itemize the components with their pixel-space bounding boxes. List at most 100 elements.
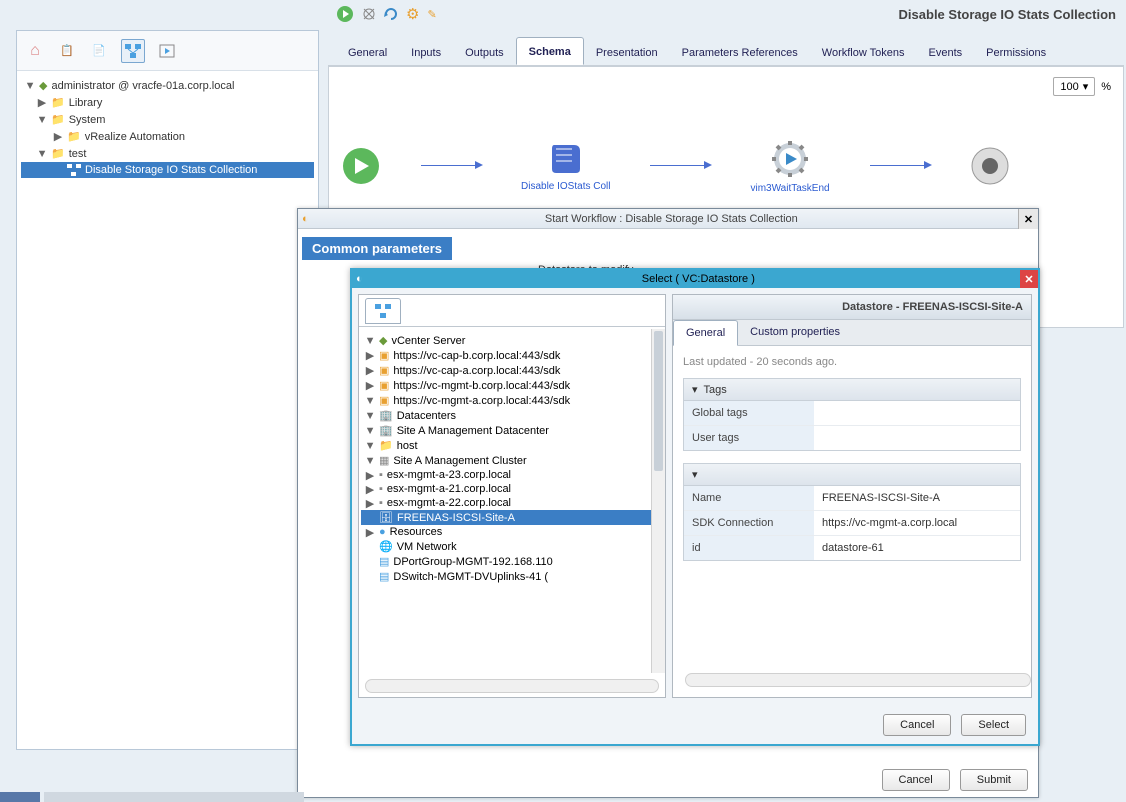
tree-row[interactable]: 🌐VM Network xyxy=(361,539,663,554)
tree-row[interactable]: ▼▣https://vc-mgmt-a.corp.local:443/sdk xyxy=(361,393,663,408)
tree-row[interactable]: ▶▪esx-mgmt-a-23.corp.local xyxy=(361,468,663,482)
expand-icon[interactable]: ▶ xyxy=(37,98,47,108)
tree-leaf-selected[interactable]: Disable Storage IO Stats Collection xyxy=(21,162,314,178)
collapse-icon[interactable]: ▼ xyxy=(37,115,47,125)
collapse-icon[interactable]: ▾ xyxy=(692,383,698,396)
expand-icon[interactable]: ▶ xyxy=(53,132,63,142)
tree-root[interactable]: ▼◆administrator @ vracfe-01a.corp.local xyxy=(21,77,314,94)
tree-vra[interactable]: ▶📁vRealize Automation xyxy=(21,128,314,145)
vcenter-tree: ▼◆vCenter Server ▶▣https://vc-cap-b.corp… xyxy=(359,327,665,590)
tree-row[interactable]: ▼📁host xyxy=(361,438,663,453)
tab-paramrefs[interactable]: Parameters References xyxy=(670,39,810,65)
expand-icon[interactable]: ▶ xyxy=(365,470,375,480)
cancel-button[interactable]: Cancel xyxy=(882,769,950,791)
tree-row-selected[interactable]: 🗄FREENAS-ISCSI-Site-A xyxy=(361,510,663,525)
collapse-icon[interactable]: ▼ xyxy=(365,396,375,406)
prop-key: Global tags xyxy=(684,401,814,425)
expand-icon[interactable]: ▶ xyxy=(365,351,375,361)
select-button[interactable]: Select xyxy=(961,714,1026,736)
tree-system[interactable]: ▼ 📁 System xyxy=(21,111,314,128)
checklist-icon[interactable]: 📋 xyxy=(57,41,77,61)
tree-library[interactable]: ▶📁Library xyxy=(21,94,314,111)
tab-wftokens[interactable]: Workflow Tokens xyxy=(810,39,917,65)
tree-row[interactable]: ▼▦Site A Management Cluster xyxy=(361,453,663,468)
box-title: Tags xyxy=(704,384,727,396)
tab-schema[interactable]: Schema xyxy=(516,37,584,65)
select-datastore-dialog: ◐ Select ( VC:Datastore ) ✕ ▼◆vCenter Se… xyxy=(350,268,1040,746)
flow-script-node[interactable]: Disable IOStats Coll xyxy=(521,139,610,192)
horizontal-scrollbar[interactable] xyxy=(685,673,1031,687)
tree-label: Disable Storage IO Stats Collection xyxy=(85,164,257,176)
run-icon[interactable] xyxy=(157,41,177,61)
folder-icon: 📁 xyxy=(51,113,65,126)
collapse-icon[interactable]: ▼ xyxy=(365,336,375,346)
flow-connector xyxy=(650,165,710,166)
play-icon[interactable] xyxy=(336,5,354,23)
tree-row[interactable]: ▼🏢Datacenters xyxy=(361,408,663,423)
host-icon: ▪ xyxy=(379,483,383,495)
home-icon[interactable]: ⌂ xyxy=(25,41,45,61)
refresh-icon[interactable] xyxy=(384,7,398,21)
expand-icon[interactable]: ▶ xyxy=(365,527,375,537)
flow-connector xyxy=(870,165,930,166)
tab-custom-props[interactable]: Custom properties xyxy=(738,320,852,345)
collapse-icon[interactable]: ▼ xyxy=(365,426,375,436)
tree-label: DSwitch-MGMT-DVUplinks-41 ( xyxy=(393,571,548,583)
pencil-icon[interactable]: ✎ xyxy=(427,8,436,21)
tab-general[interactable]: General xyxy=(336,39,399,65)
expand-icon[interactable]: ▶ xyxy=(365,484,375,494)
tree-label: https://vc-mgmt-a.corp.local:443/sdk xyxy=(393,395,570,407)
tree-row[interactable]: ▶▪esx-mgmt-a-21.corp.local xyxy=(361,482,663,496)
dialog-titlebar[interactable]: ◐ Start Workflow : Disable Storage IO St… xyxy=(298,209,1038,229)
workflow-icon[interactable] xyxy=(121,39,145,63)
tree-row[interactable]: ▶▪esx-mgmt-a-22.corp.local xyxy=(361,496,663,510)
close-button[interactable]: ✕ xyxy=(1020,270,1038,288)
tab-presentation[interactable]: Presentation xyxy=(584,39,670,65)
tree-row[interactable]: ▶▣https://vc-cap-a.corp.local:443/sdk xyxy=(361,363,663,378)
close-button[interactable]: ✕ xyxy=(1018,209,1038,229)
tab-general-detail[interactable]: General xyxy=(673,320,738,346)
collapse-icon[interactable]: ▼ xyxy=(37,149,47,159)
expand-icon[interactable]: ▶ xyxy=(365,381,375,391)
tree-test[interactable]: ▼📁test xyxy=(21,145,314,162)
horizontal-scrollbar[interactable] xyxy=(365,679,659,693)
sdk-icon: ▣ xyxy=(379,364,389,377)
tree-row[interactable]: ▼🏢Site A Management Datacenter xyxy=(361,423,663,438)
tree-row[interactable]: ▶●Resources xyxy=(361,525,663,539)
props-box: ▾ NameFREENAS-ISCSI-Site-A SDK Connectio… xyxy=(683,463,1021,561)
collapse-icon[interactable]: ▼ xyxy=(25,81,35,91)
tree-label: System xyxy=(69,114,106,126)
flow-gear-node[interactable]: vim3WaitTaskEnd xyxy=(750,137,829,194)
bug-icon[interactable] xyxy=(362,7,376,21)
tree-row[interactable]: ▤DPortGroup-MGMT-192.168.110 xyxy=(361,554,663,569)
tree-row[interactable]: ▤DSwitch-MGMT-DVUplinks-41 ( xyxy=(361,569,663,584)
gear-icon[interactable]: ⚙ xyxy=(406,5,419,23)
flow-start-node[interactable] xyxy=(341,146,381,186)
collapse-icon[interactable]: ▾ xyxy=(692,468,698,481)
tree-tab[interactable] xyxy=(365,298,401,324)
dialog-titlebar[interactable]: ◐ Select ( VC:Datastore ) ✕ xyxy=(352,270,1038,288)
tree-row[interactable]: ▼◆vCenter Server xyxy=(361,333,663,348)
vertical-scrollbar[interactable] xyxy=(651,329,665,673)
datastore-icon: 🗄 xyxy=(379,511,393,524)
tab-outputs[interactable]: Outputs xyxy=(453,39,516,65)
collapse-icon[interactable]: ▼ xyxy=(365,441,375,451)
expand-icon[interactable]: ▶ xyxy=(365,498,375,508)
tab-permissions[interactable]: Permissions xyxy=(974,39,1058,65)
tab-events[interactable]: Events xyxy=(917,39,975,65)
tree-label: Resources xyxy=(390,526,443,538)
submit-button[interactable]: Submit xyxy=(960,769,1028,791)
tree-row[interactable]: ▶▣https://vc-cap-b.corp.local:443/sdk xyxy=(361,348,663,363)
last-updated-label: Last updated - 20 seconds ago. xyxy=(683,356,1021,368)
flow-end-node[interactable] xyxy=(970,146,1010,186)
flow-node-label: vim3WaitTaskEnd xyxy=(750,183,829,194)
cancel-button[interactable]: Cancel xyxy=(883,714,951,736)
collapse-icon[interactable]: ▼ xyxy=(365,411,375,421)
host-icon: ▪ xyxy=(379,469,383,481)
collapse-icon[interactable]: ▼ xyxy=(365,456,375,466)
zoom-selector[interactable]: 100▾ xyxy=(1053,77,1095,96)
expand-icon[interactable]: ▶ xyxy=(365,366,375,376)
tree-row[interactable]: ▶▣https://vc-mgmt-b.corp.local:443/sdk xyxy=(361,378,663,393)
list-icon[interactable]: 📄 xyxy=(89,41,109,61)
tab-inputs[interactable]: Inputs xyxy=(399,39,453,65)
